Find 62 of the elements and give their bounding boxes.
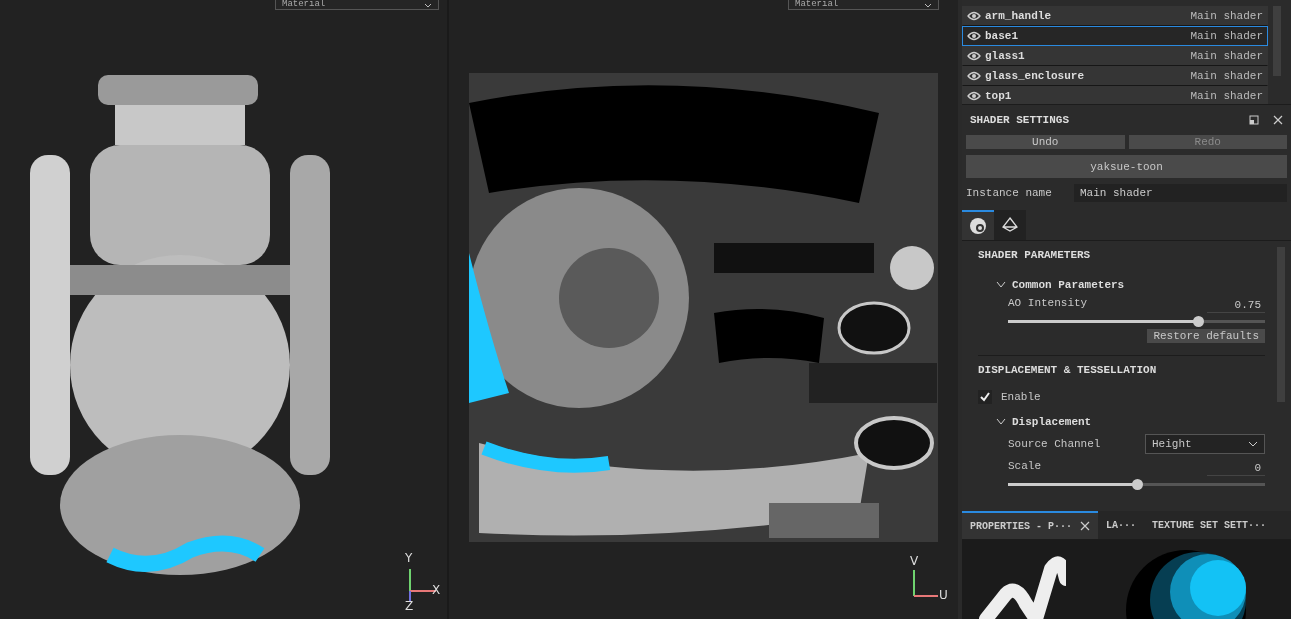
- caret-icon[interactable]: [924, 3, 932, 9]
- restore-defaults-button[interactable]: Restore defaults: [1147, 329, 1265, 343]
- field-label: Instance name: [966, 187, 1053, 199]
- parameter-label: AO Intensity: [1008, 297, 1088, 311]
- shader-name: Main shader: [1190, 10, 1263, 22]
- shader-tab[interactable]: [962, 210, 994, 240]
- undo-button[interactable]: Undo: [966, 135, 1125, 149]
- caret-icon[interactable]: [424, 3, 432, 9]
- axis-label: Y: [405, 551, 413, 565]
- group-title: Common Parameters: [1012, 279, 1125, 291]
- slider-thumb[interactable]: [1193, 316, 1205, 327]
- texture-set-row[interactable]: glass1 Main shader: [962, 46, 1268, 66]
- texture-set-name: base1: [985, 30, 1019, 42]
- checkbox-label: Enable: [1001, 391, 1041, 403]
- chevron-down-icon[interactable]: [996, 418, 1006, 426]
- eye-icon[interactable]: [967, 91, 981, 101]
- section-title: SHADER PARAMETERS: [978, 249, 1092, 263]
- texture-set-name: arm_handle: [985, 10, 1052, 22]
- texture-set-name: top1: [985, 90, 1013, 102]
- axis-label: U: [939, 588, 948, 602]
- shader-name: Main shader: [1190, 70, 1263, 82]
- shader-name: Main shader: [1190, 30, 1263, 42]
- material-dropdown[interactable]: Material: [275, 0, 439, 10]
- eye-icon[interactable]: [967, 31, 981, 41]
- dock-tab[interactable]: TEXTURE SET SETT···: [1144, 511, 1275, 539]
- parameter-label: Scale: [1008, 460, 1041, 474]
- enable-checkbox[interactable]: [978, 390, 992, 404]
- texture-set-row[interactable]: top1 Main shader: [962, 86, 1268, 104]
- pyramid-icon: [1001, 216, 1019, 234]
- texture-set-row[interactable]: base1 Main shader: [962, 26, 1268, 46]
- value-field[interactable]: 0.75: [1207, 297, 1265, 313]
- close-icon[interactable]: [1080, 521, 1091, 531]
- shader-button[interactable]: yaksue-toon: [966, 155, 1287, 178]
- section-title: DISPLACEMENT & TESSELLATION: [978, 364, 1158, 378]
- dock-tab[interactable]: PROPERTIES - P···: [962, 511, 1099, 539]
- panel-title: SHADER SETTINGS: [970, 114, 1071, 126]
- shader-name: Main shader: [1190, 50, 1263, 62]
- parameter-label: Source Channel: [1008, 438, 1101, 450]
- close-icon[interactable]: [1273, 115, 1283, 125]
- channel-dropdown[interactable]: Height: [1145, 434, 1265, 454]
- eye-icon[interactable]: [967, 71, 981, 81]
- slider-thumb[interactable]: [1131, 479, 1143, 490]
- group-title: Displacement: [1012, 416, 1092, 428]
- eye-icon[interactable]: [967, 51, 981, 61]
- axis-label: V: [910, 554, 919, 568]
- sphere-gear-icon: [969, 217, 987, 235]
- texture-set-name: glass_enclosure: [985, 70, 1086, 82]
- shader-name: Main shader: [1190, 90, 1263, 102]
- axis-label: Z: [405, 599, 414, 613]
- chevron-down-icon[interactable]: [996, 281, 1006, 289]
- instance-name-field[interactable]: Main shader: [1074, 184, 1287, 202]
- caret-icon[interactable]: [1248, 441, 1258, 447]
- eye-icon[interactable]: [967, 11, 981, 21]
- shader-tab[interactable]: [994, 210, 1026, 240]
- texture-set-row[interactable]: arm_handle Main shader: [962, 6, 1268, 26]
- dock-tab[interactable]: LA···: [1098, 511, 1145, 539]
- value-field[interactable]: 0: [1207, 460, 1265, 476]
- axis-label: X: [432, 583, 441, 597]
- material-dropdown[interactable]: Material: [788, 0, 939, 10]
- restore-window-icon[interactable]: [1249, 115, 1259, 125]
- texture-set-name: glass1: [985, 50, 1026, 62]
- texture-set-row[interactable]: glass_enclosure Main shader: [962, 66, 1268, 86]
